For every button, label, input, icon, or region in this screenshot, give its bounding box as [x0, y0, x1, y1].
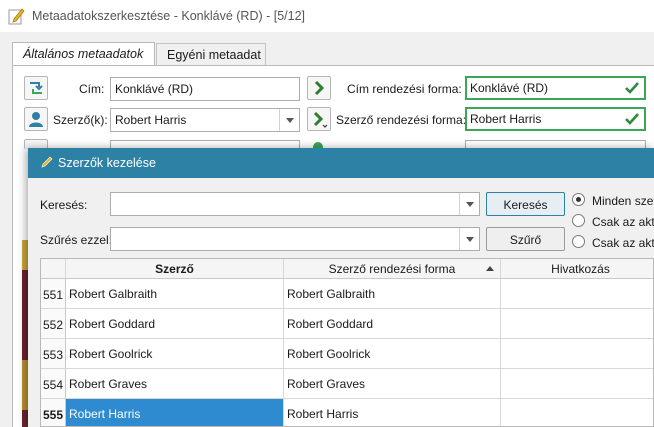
- window-titlebar: Metaadatokszerkesztése - Konklávé (RD) -…: [0, 0, 654, 32]
- authors-table: Szerző Szerző rendezési forma Hivatkozás…: [40, 258, 654, 427]
- window-title: Metaadatokszerkesztése - Konklávé (RD) -…: [32, 9, 306, 23]
- column-header-author[interactable]: Szerző: [66, 259, 284, 279]
- row-number: 554: [41, 369, 66, 398]
- edit-metadata-icon: [8, 8, 25, 25]
- copy-title-to-sort-button[interactable]: [307, 76, 331, 100]
- chevron-down-icon[interactable]: [279, 109, 299, 131]
- arrow-right-icon: [313, 111, 328, 128]
- row-number: 555: [41, 399, 66, 426]
- author-combobox[interactable]: Robert Harris: [110, 108, 300, 132]
- column-header-author-sort-label: Szerző rendezési forma: [328, 262, 456, 276]
- swap-icon: [30, 82, 43, 94]
- column-header-author-sort[interactable]: Szerző rendezési forma: [284, 259, 501, 279]
- checkmark-icon: [625, 113, 639, 125]
- radio-current-book[interactable]: [572, 214, 585, 227]
- author-sort-cell[interactable]: Robert Goolrick: [284, 339, 501, 368]
- radio-current-selection-label: Csak az aktu: [592, 236, 654, 250]
- dialog-titlebar: Szerzők kezelése: [28, 148, 654, 178]
- title-sort-label: Cím rendezési forma:: [347, 82, 462, 96]
- table-row[interactable]: 553 Robert Goolrick Robert Goolrick: [41, 339, 653, 369]
- swap-title-author-button[interactable]: [24, 76, 48, 100]
- manage-authors-button[interactable]: [24, 107, 48, 131]
- title-input[interactable]: Konklávé (RD): [110, 77, 300, 101]
- row-number: 551: [41, 279, 66, 308]
- author-cell[interactable]: Robert Graves: [66, 369, 284, 398]
- link-cell[interactable]: [501, 369, 653, 398]
- author-value: Robert Harris: [115, 113, 187, 127]
- link-cell[interactable]: [501, 309, 653, 338]
- row-number: 552: [41, 309, 66, 338]
- radio-current-selection[interactable]: [572, 235, 585, 248]
- table-row[interactable]: 552 Robert Goddard Robert Goddard: [41, 309, 653, 339]
- link-cell[interactable]: [501, 399, 653, 426]
- radio-current-book-label: Csak az aktu: [592, 215, 654, 229]
- link-cell[interactable]: [501, 339, 653, 368]
- author-cell[interactable]: Robert Galbraith: [66, 279, 284, 308]
- tab-custom-metadata[interactable]: Egyéni metaadat: [156, 43, 266, 67]
- title-label: Cím:: [79, 82, 105, 96]
- row-number: 553: [41, 339, 66, 368]
- title-sort-value: Konklávé (RD): [470, 81, 549, 95]
- search-button[interactable]: Keresés: [486, 192, 565, 216]
- table-corner: [41, 259, 66, 279]
- pencil-icon: [41, 156, 53, 168]
- author-cell[interactable]: Robert Goolrick: [66, 339, 284, 368]
- checkmark-icon: [625, 82, 639, 94]
- radio-all-authors-label: Minden szer: [592, 194, 654, 208]
- filter-button[interactable]: Szűrő: [486, 227, 565, 251]
- chevron-down-icon[interactable]: [459, 228, 479, 250]
- author-sort-cell[interactable]: Robert Galbraith: [284, 279, 501, 308]
- author-sort-value: Robert Harris: [470, 112, 542, 126]
- arrow-right-icon: [314, 80, 325, 96]
- title-sort-input[interactable]: Konklávé (RD): [465, 76, 646, 100]
- author-sort-input[interactable]: Robert Harris: [465, 107, 646, 131]
- user-icon: [29, 112, 43, 127]
- link-cell[interactable]: [501, 279, 653, 308]
- author-sort-cell[interactable]: Robert Graves: [284, 369, 501, 398]
- radio-all-authors[interactable]: [572, 193, 585, 206]
- chevron-down-icon[interactable]: [459, 193, 479, 215]
- table-row[interactable]: 551 Robert Galbraith Robert Galbraith: [41, 279, 653, 309]
- copy-author-to-sort-button[interactable]: [307, 107, 331, 131]
- table-row-selected[interactable]: 555 Robert Harris Robert Harris: [41, 399, 653, 426]
- column-header-link[interactable]: Hivatkozás: [501, 259, 653, 279]
- author-sort-label: Szerző rendezési forma:: [336, 113, 467, 127]
- tab-bar: Általános metaadatok Egyéni metaadat: [0, 32, 654, 68]
- author-sort-cell[interactable]: Robert Goddard: [284, 309, 501, 338]
- author-cell[interactable]: Robert Harris: [66, 399, 284, 426]
- manage-authors-dialog: Szerzők kezelése Keresés: Keresés Szűrés…: [28, 148, 654, 427]
- table-row[interactable]: 554 Robert Graves Robert Graves: [41, 369, 653, 399]
- author-cell[interactable]: Robert Goddard: [66, 309, 284, 338]
- search-combobox[interactable]: [110, 192, 480, 216]
- sort-ascending-icon: [486, 266, 494, 271]
- author-sort-cell[interactable]: Robert Harris: [284, 399, 501, 426]
- filter-combobox[interactable]: [110, 227, 480, 251]
- dialog-title: Szerzők kezelése: [58, 156, 156, 170]
- author-label: Szerző(k):: [53, 113, 108, 127]
- filter-label: Szűrés ezzel:: [40, 233, 113, 247]
- search-label: Keresés:: [40, 198, 88, 212]
